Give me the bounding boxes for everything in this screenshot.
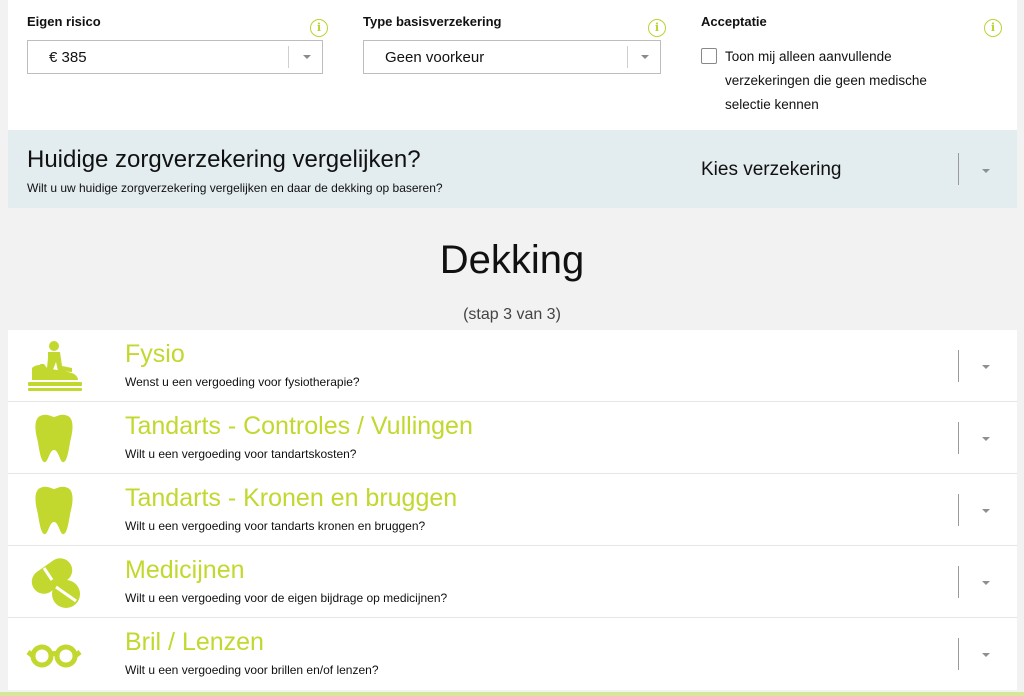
- coverage-row-bril-lenzen[interactable]: Bril / Lenzen Wilt u een vergoeding voor…: [8, 618, 1017, 690]
- chevron-down-icon[interactable]: [982, 653, 990, 657]
- glasses-icon: [26, 644, 82, 668]
- step-indicator: (stap 3 van 3): [463, 306, 561, 323]
- row-divider: [958, 350, 959, 382]
- current-insurance-band: Huidige zorgverzekering vergelijken? Wil…: [8, 130, 1017, 208]
- coverage-row-medicijnen[interactable]: Medicijnen Wilt u een vergoeding voor de…: [8, 546, 1017, 618]
- chevron-down-icon[interactable]: [982, 437, 990, 441]
- coverage-title: Fysio: [125, 340, 185, 368]
- chevron-down-icon[interactable]: [982, 169, 990, 173]
- coverage-subtitle: Wilt u een vergoeding voor de eigen bijd…: [125, 591, 448, 605]
- eigen-risico-info-icon[interactable]: i: [310, 19, 328, 37]
- row-divider: [958, 638, 959, 670]
- chevron-down-icon: [303, 55, 311, 59]
- chevron-down-icon[interactable]: [982, 365, 990, 369]
- current-insurance-subtitle: Wilt u uw huidige zorgverzekering vergel…: [27, 181, 443, 195]
- tooth-icon: [35, 486, 73, 535]
- select-divider: [958, 153, 959, 185]
- chevron-down-icon: [641, 55, 649, 59]
- coverage-title: Medicijnen: [125, 556, 245, 584]
- coverage-subtitle: Wilt u een vergoeding voor tandarts kron…: [125, 519, 426, 533]
- coverage-row-fysio[interactable]: Fysio Wenst u een vergoeding voor fysiot…: [8, 330, 1017, 402]
- type-basisverzekering-select[interactable]: Geen voorkeur: [363, 40, 661, 74]
- medical-selection-label[interactable]: Toon mij alleen aanvullende verzekeringe…: [725, 45, 965, 117]
- current-insurance-title: Huidige zorgverzekering vergelijken?: [27, 146, 421, 173]
- physio-icon: [28, 341, 82, 391]
- coverage-title: Tandarts - Controles / Vullingen: [125, 412, 473, 440]
- select-divider: [627, 46, 628, 68]
- coverage-title: Bril / Lenzen: [125, 628, 264, 656]
- coverage-subtitle: Wilt u een vergoeding voor brillen en/of…: [125, 663, 379, 677]
- coverage-subtitle: Wenst u een vergoeding voor fysiotherapi…: [125, 375, 360, 389]
- acceptatie-info-icon[interactable]: i: [984, 19, 1002, 37]
- chevron-down-icon[interactable]: [982, 581, 990, 585]
- page-title: Dekking: [439, 238, 585, 282]
- tooth-icon: [35, 414, 73, 463]
- coverage-row-tandarts-controles[interactable]: Tandarts - Controles / Vullingen Wilt u …: [8, 402, 1017, 474]
- coverage-subtitle: Wilt u een vergoeding voor tandartskoste…: [125, 447, 357, 461]
- chevron-down-icon[interactable]: [982, 509, 990, 513]
- eigen-risico-label: Eigen risico: [27, 14, 101, 29]
- eigen-risico-value: € 385: [49, 49, 87, 66]
- filter-panel: Eigen risico i € 385 Type basisverzekeri…: [8, 0, 1017, 130]
- type-value: Geen voorkeur: [385, 49, 485, 66]
- row-divider: [958, 422, 959, 454]
- type-info-icon[interactable]: i: [648, 19, 666, 37]
- coverage-row-tandarts-kronen[interactable]: Tandarts - Kronen en bruggen Wilt u een …: [8, 474, 1017, 546]
- pills-icon: [31, 558, 80, 608]
- type-basisverzekering-label: Type basisverzekering: [363, 14, 502, 29]
- row-divider: [958, 494, 959, 526]
- bottom-accent-line: [0, 692, 1024, 696]
- coverage-list: Fysio Wenst u een vergoeding voor fysiot…: [8, 330, 1017, 690]
- row-divider: [958, 566, 959, 598]
- eigen-risico-select[interactable]: € 385: [27, 40, 323, 74]
- choose-insurance-select[interactable]: Kies verzekering: [701, 159, 841, 181]
- select-divider: [288, 46, 289, 68]
- acceptatie-label: Acceptatie: [701, 14, 767, 29]
- coverage-title: Tandarts - Kronen en bruggen: [125, 484, 458, 512]
- medical-selection-checkbox[interactable]: [701, 48, 717, 64]
